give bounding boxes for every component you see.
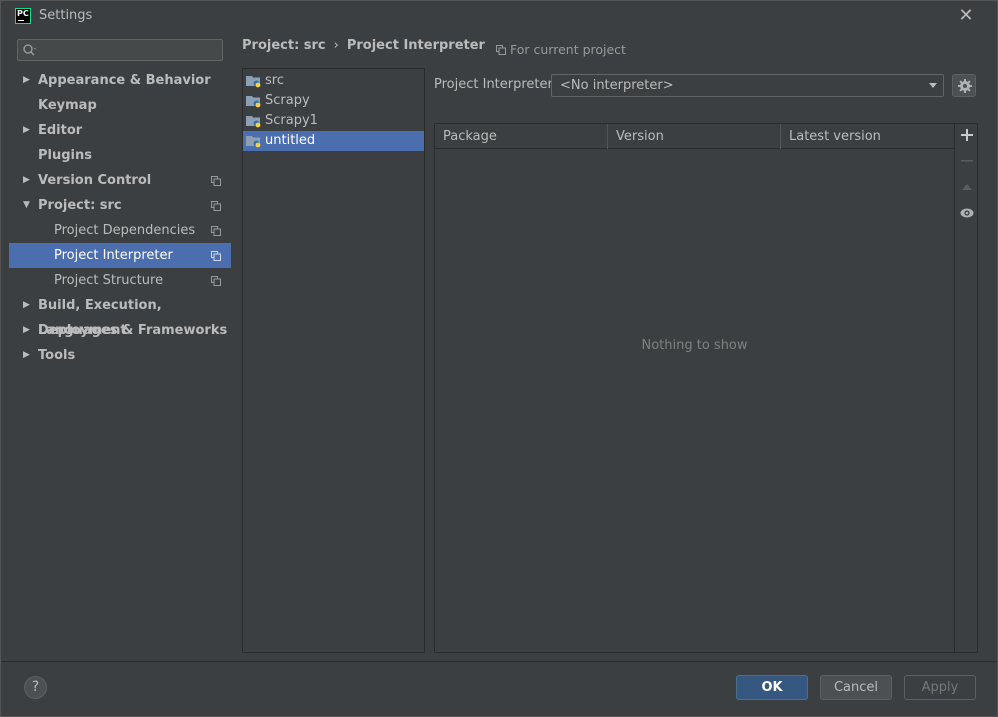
close-icon[interactable]: ✕ xyxy=(956,6,976,26)
sidebar-item-version-control[interactable]: ▶ Version Control xyxy=(9,168,231,193)
column-package[interactable]: Package xyxy=(435,124,608,149)
python-folder-icon xyxy=(246,76,261,88)
interpreter-settings-button[interactable] xyxy=(952,74,976,97)
sidebar-item-label: Project Interpreter xyxy=(54,248,173,263)
expand-right-icon[interactable]: ▶ xyxy=(23,68,30,93)
sidebar-item-keymap[interactable]: Keymap xyxy=(9,93,231,118)
scope-note-text: For current project xyxy=(510,42,626,57)
packages-table-body: Nothing to show xyxy=(435,150,954,652)
project-scope-icon xyxy=(211,176,221,186)
search-field[interactable] xyxy=(17,39,223,61)
sidebar-item-label: Project Structure xyxy=(54,273,164,288)
packages-table: Package Version Latest version Nothing t… xyxy=(434,123,978,653)
breadcrumb: Project: src › Project Interpreter xyxy=(242,38,485,53)
python-folder-icon xyxy=(246,136,261,148)
settings-sidebar: ▶ Appearance & Behavior Keymap ▶ Editor Plugi… xyxy=(9,31,231,661)
breadcrumb-current: Project Interpreter xyxy=(346,38,485,53)
bottom-divider xyxy=(1,661,997,662)
project-item-label: Scrapy1 xyxy=(265,113,318,128)
sidebar-item-label: Keymap xyxy=(38,98,97,113)
project-item[interactable]: Scrapy1 xyxy=(243,111,424,131)
packages-toolbar xyxy=(954,124,978,652)
sidebar-item-label: Version Control xyxy=(38,173,152,188)
project-item[interactable]: src xyxy=(243,71,424,91)
sidebar-item-label: Languages & Frameworks xyxy=(38,323,228,338)
triangle-up-icon xyxy=(962,184,972,190)
search-input[interactable] xyxy=(42,41,220,59)
expand-right-icon[interactable]: ▶ xyxy=(23,343,30,368)
sidebar-item-tools[interactable]: ▶ Tools xyxy=(9,343,231,368)
expand-right-icon[interactable]: ▶ xyxy=(23,168,30,193)
expand-down-icon[interactable]: ▼ xyxy=(23,193,30,218)
scope-note: For current project xyxy=(496,42,626,57)
interpreter-dropdown[interactable]: <No interpreter> xyxy=(551,74,944,97)
project-item-label: src xyxy=(265,73,284,88)
sidebar-item-editor[interactable]: ▶ Editor xyxy=(9,118,231,143)
help-button[interactable]: ? xyxy=(24,676,47,699)
title-bar: PC Settings ✕ xyxy=(1,1,997,31)
project-item-label: untitled xyxy=(265,133,316,148)
sidebar-item-project-dependencies[interactable]: Project Dependencies xyxy=(9,218,231,243)
project-item[interactable]: untitled xyxy=(243,131,424,151)
app-icon-text: PC xyxy=(17,9,29,18)
ok-button[interactable]: OK xyxy=(736,675,808,700)
plus-icon xyxy=(961,129,973,141)
search-icon xyxy=(23,44,36,56)
empty-state-text: Nothing to show xyxy=(641,338,748,353)
minus-icon xyxy=(961,160,973,162)
column-latest-version[interactable]: Latest version xyxy=(781,124,954,149)
eye-icon xyxy=(960,208,974,218)
breadcrumb-separator: › xyxy=(333,38,339,53)
project-item-label: Scrapy xyxy=(265,93,310,108)
sidebar-item-label: Editor xyxy=(38,123,83,138)
sidebar-item-label: Appearance & Behavior xyxy=(38,73,211,88)
cancel-button[interactable]: Cancel xyxy=(820,675,892,700)
show-early-releases-button[interactable] xyxy=(958,207,976,225)
interpreter-value: <No interpreter> xyxy=(560,78,674,93)
sidebar-item-project-src[interactable]: ▼ Project: src xyxy=(9,193,231,218)
expand-right-icon[interactable]: ▶ xyxy=(23,118,30,143)
upgrade-package-button[interactable] xyxy=(958,181,976,199)
sidebar-item-project-interpreter[interactable]: Project Interpreter xyxy=(9,243,231,268)
project-item[interactable]: Scrapy xyxy=(243,91,424,111)
interpreter-label: Project Interpreter: xyxy=(434,77,558,92)
column-version[interactable]: Version xyxy=(608,124,781,149)
project-scope-icon xyxy=(211,226,221,236)
sidebar-item-label: Project: src xyxy=(38,198,122,213)
pycharm-logo-icon: PC xyxy=(15,8,31,24)
chevron-down-icon xyxy=(929,83,937,88)
sidebar-item-label: Project Dependencies xyxy=(54,223,196,238)
python-folder-icon xyxy=(246,96,261,108)
sidebar-item-appearance-behavior[interactable]: ▶ Appearance & Behavior xyxy=(9,68,231,93)
add-package-button[interactable] xyxy=(958,129,976,147)
apply-button[interactable]: Apply xyxy=(904,675,976,700)
project-scope-icon xyxy=(211,201,221,211)
settings-dialog: PC Settings ✕ ▶ Appearance & Behavior Keym… xyxy=(0,0,998,717)
window-title: Settings xyxy=(39,8,93,23)
sidebar-item-project-structure[interactable]: Project Structure xyxy=(9,268,231,293)
sidebar-item-label: Plugins xyxy=(38,148,92,163)
sidebar-item-build-execution-deployment[interactable]: ▶ Build, Execution, Deployment xyxy=(9,293,231,338)
sidebar-item-plugins[interactable]: Plugins xyxy=(9,143,231,168)
packages-table-header: Package Version Latest version xyxy=(435,124,954,149)
copy-icon xyxy=(496,44,506,55)
expand-right-icon[interactable]: ▶ xyxy=(23,293,30,318)
sidebar-item-languages-frameworks[interactable]: ▶ Languages & Frameworks xyxy=(9,318,231,343)
breadcrumb-parent: Project: src xyxy=(242,38,326,53)
project-list: src Scrapy Scrapy1 untitled xyxy=(242,68,425,653)
python-folder-icon xyxy=(246,116,261,128)
project-scope-icon xyxy=(211,251,221,261)
expand-right-icon[interactable]: ▶ xyxy=(23,318,30,343)
remove-package-button[interactable] xyxy=(958,155,976,173)
project-scope-icon xyxy=(211,276,221,286)
gear-icon xyxy=(958,79,972,93)
sidebar-item-label: Tools xyxy=(38,348,76,363)
